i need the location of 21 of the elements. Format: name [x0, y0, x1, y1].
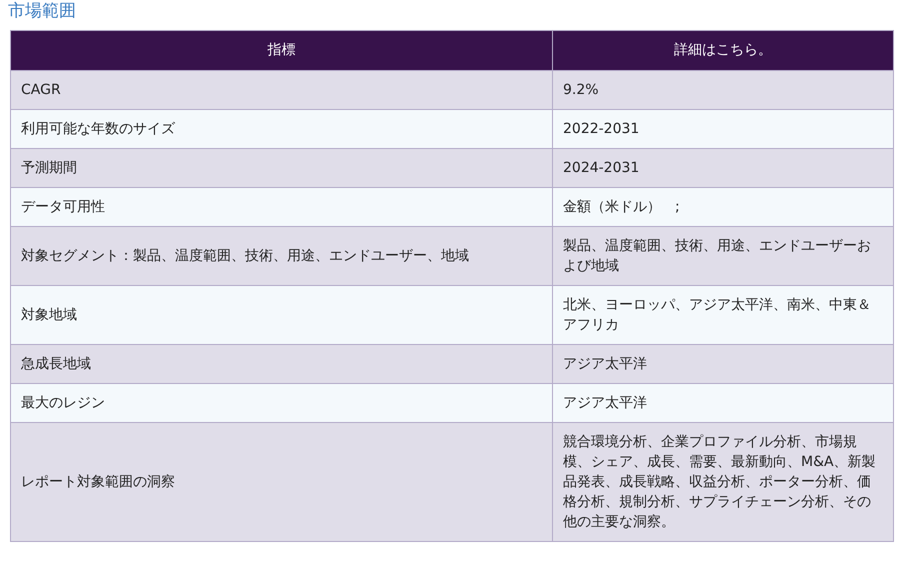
table-cell: 急成長地域: [10, 344, 552, 384]
table-cell: 北米、ヨーロッパ、アジア太平洋、南米、中東＆アフリカ: [552, 286, 894, 344]
table-cell: 対象地域: [10, 286, 552, 344]
table-cell: 2022-2031: [552, 110, 894, 148]
table-cell: データ可用性: [10, 188, 552, 226]
table-cell: 競合環境分析、企業プロファイル分析、市場規模、シェア、成長、需要、最新動向、M&A、新製品発表、成長戦略、収益分析、ポーター分析、価格分析、規制分析、サプライチェーン分析、その他の主要な洞察。: [552, 422, 894, 542]
table-cell: 対象セグメント：製品、温度範囲、技術、用途、エンドユーザー、地域: [10, 226, 552, 286]
table-cell: 9.2%: [552, 70, 894, 110]
column-header: 指標: [10, 30, 552, 70]
table-cell: CAGR: [10, 70, 552, 110]
section-title: 市場範囲: [7, 0, 77, 22]
table-cell: 金額（米ドル） ;: [552, 188, 894, 226]
table-cell: 2024-2031: [552, 148, 894, 188]
table-cell: レポート対象範囲の洞察: [10, 422, 552, 542]
table-cell: アジア太平洋: [552, 384, 894, 422]
table-cell: 最大のレジン: [10, 384, 552, 422]
table-cell: 製品、温度範囲、技術、用途、エンドユーザーおよび地域: [552, 226, 894, 286]
table-cell: アジア太平洋: [552, 344, 894, 384]
table-cell: 利用可能な年数のサイズ: [10, 110, 552, 148]
table-cell: 予測期間: [10, 148, 552, 188]
column-header: 詳細はこちら。: [552, 30, 894, 70]
